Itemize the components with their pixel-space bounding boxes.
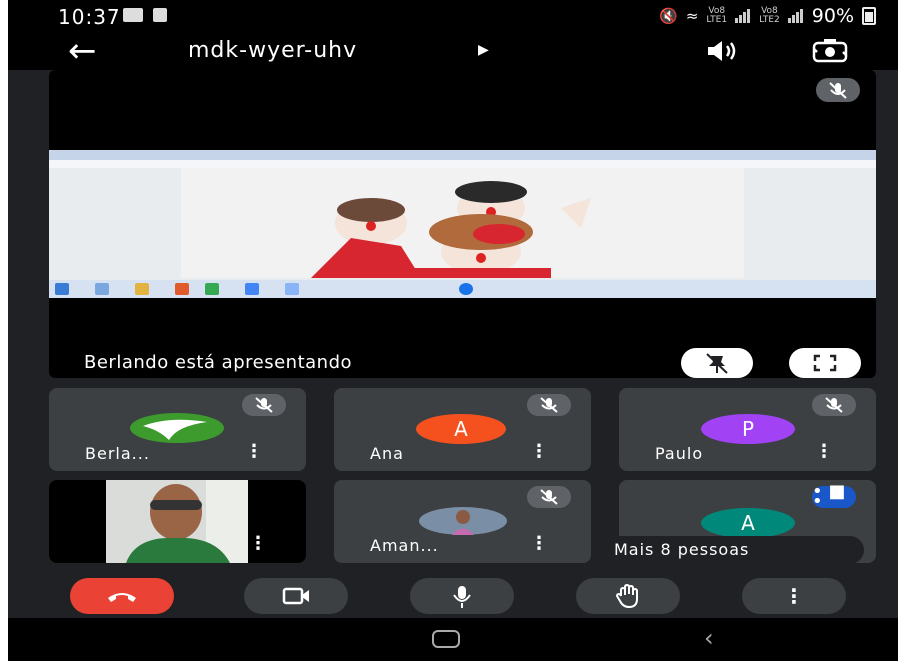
- phone-hangup-icon: [108, 593, 136, 602]
- status-bar: 10:37 🔇 ≈ Vo8 LTE1 Vo8 LTE2 90%: [8, 0, 898, 32]
- notification-icon: [123, 8, 143, 22]
- participant-avatar: P: [701, 414, 795, 444]
- home-icon[interactable]: [432, 630, 460, 648]
- participant-avatar: [419, 507, 507, 535]
- participant-tile[interactable]: Berla... ⋮: [49, 388, 306, 471]
- camera-switch-icon[interactable]: [808, 36, 852, 66]
- more-vert-icon[interactable]: ⋮: [249, 535, 267, 553]
- fullscreen-icon[interactable]: [789, 348, 861, 378]
- signal-icon: [735, 9, 751, 23]
- mute-vibrate-icon: 🔇: [659, 7, 678, 25]
- system-nav-bar: ‹: [8, 618, 898, 661]
- more-vert-icon[interactable]: ⋮: [530, 535, 548, 553]
- arrow-left-icon[interactable]: ←: [68, 32, 97, 70]
- microphone-icon: [453, 586, 471, 608]
- meeting-header: ← mdk-wyer-uhv ▶: [8, 32, 898, 70]
- more-vert-icon[interactable]: ⋮: [245, 443, 263, 461]
- status-right: 🔇 ≈ Vo8 LTE1 Vo8 LTE2 90%: [659, 5, 876, 27]
- mic-off-icon: [527, 486, 571, 508]
- participant-tile[interactable]: A Ana ⋮: [334, 388, 591, 471]
- nav-back-icon[interactable]: ‹: [704, 624, 714, 652]
- caret-right-icon[interactable]: ▶: [478, 42, 489, 58]
- participant-tile[interactable]: P Paulo ⋮: [619, 388, 876, 471]
- unpin-icon[interactable]: [681, 348, 753, 378]
- phone-screen: 10:37 🔇 ≈ Vo8 LTE1 Vo8 LTE2 90% ← mdk-wy…: [8, 0, 898, 661]
- mic-toggle-button[interactable]: [410, 578, 514, 614]
- raise-hand-icon: [615, 583, 638, 609]
- more-vert-icon: ⋮: [784, 584, 804, 608]
- meeting-code[interactable]: mdk-wyer-uhv: [188, 38, 357, 63]
- participant-name: Aman...: [370, 536, 439, 555]
- signal-icon: [787, 9, 804, 23]
- participant-avatar: A: [416, 414, 506, 444]
- presenter-label: Berlando está apresentando: [84, 352, 353, 373]
- participant-tile[interactable]: Aman... ⋮: [334, 480, 591, 563]
- mic-off-icon: [812, 394, 856, 416]
- video-camera-icon: [282, 587, 309, 605]
- camera-toggle-button[interactable]: [244, 578, 348, 614]
- mic-off-icon: [242, 394, 286, 416]
- end-call-button[interactable]: [70, 578, 174, 614]
- shared-screen: [49, 150, 876, 298]
- wifi-icon: ≈: [685, 7, 699, 25]
- more-options-button[interactable]: ⋮: [742, 578, 846, 614]
- sim1-label: Vo8 LTE1: [706, 6, 728, 25]
- shared-image: [181, 168, 744, 278]
- more-vert-icon[interactable]: ⋮: [530, 443, 548, 461]
- sim2-label: Vo8 LTE2: [759, 6, 780, 25]
- participant-name: Berla...: [85, 444, 150, 463]
- mic-off-icon: [816, 78, 860, 102]
- participant-avatar: [130, 413, 224, 443]
- speaker-icon[interactable]: [704, 38, 740, 64]
- battery-level: 90%: [811, 5, 854, 27]
- shared-window-taskbar: [49, 280, 876, 298]
- shared-window-menubar: [49, 160, 876, 168]
- raise-hand-button[interactable]: [576, 578, 680, 614]
- battery-icon: [862, 7, 876, 25]
- notification-icon: [153, 8, 167, 22]
- self-video-tile[interactable]: ⋮: [49, 480, 306, 563]
- speaking-indicator-icon: • ■ •: [812, 483, 856, 511]
- presentation-stage[interactable]: Berlando está apresentando: [49, 70, 876, 378]
- participant-name: Ana: [370, 444, 404, 463]
- status-time: 10:37: [58, 5, 121, 29]
- participant-name: Paulo: [655, 444, 704, 463]
- participant-avatar: A: [701, 508, 795, 538]
- mic-off-icon: [527, 394, 571, 416]
- more-vert-icon[interactable]: ⋮: [815, 443, 833, 461]
- more-people-label[interactable]: Mais 8 pessoas: [594, 536, 864, 564]
- self-video: [106, 480, 248, 563]
- shared-window-titlebar: [49, 150, 876, 160]
